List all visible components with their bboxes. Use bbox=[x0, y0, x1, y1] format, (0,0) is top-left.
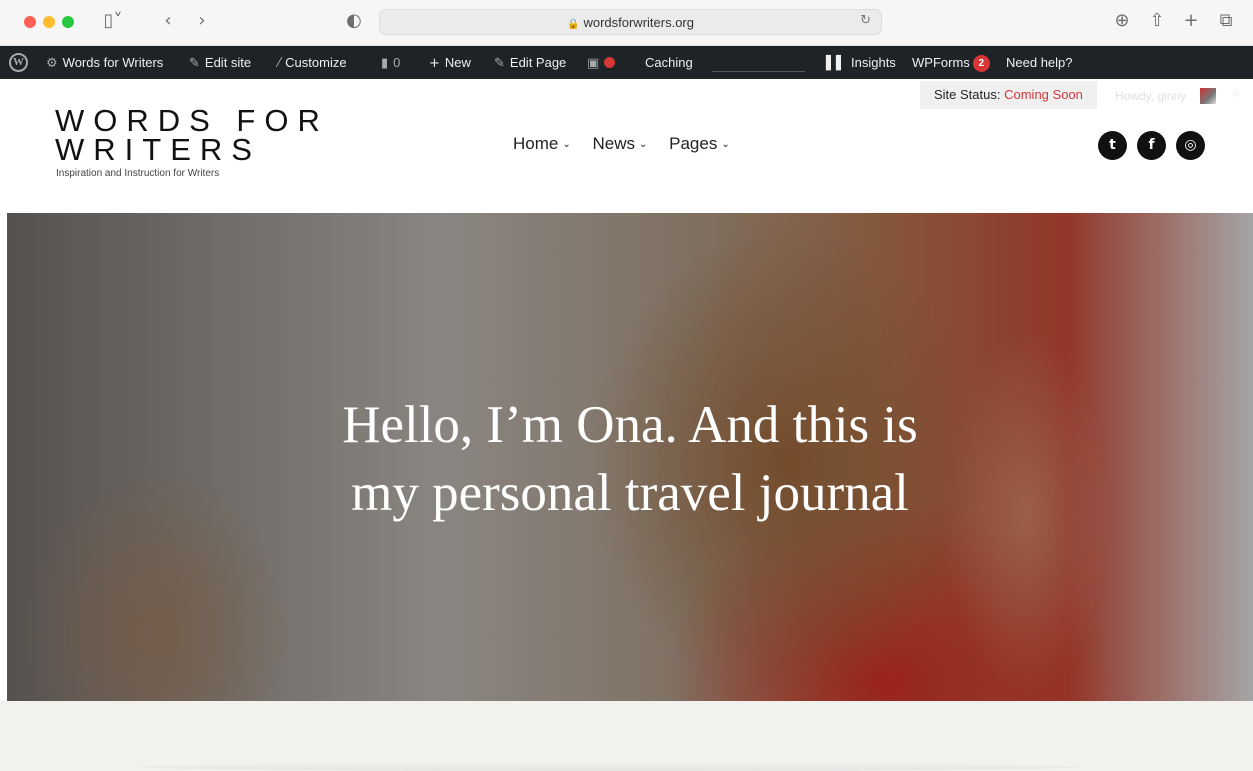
brush-icon: ⁄ bbox=[278, 56, 281, 71]
nav-item-label: Home bbox=[513, 134, 559, 153]
caching-divider bbox=[712, 71, 805, 72]
tabs-overview-icon[interactable]: ⧉ bbox=[1215, 9, 1237, 33]
chevron-down-icon: ⌄ bbox=[639, 139, 648, 150]
hero-cover-image: Hello, I’m Ona. And this is my personal … bbox=[7, 213, 1253, 701]
wordpress-logo-icon[interactable]: W bbox=[9, 53, 28, 72]
facebook-icon[interactable]: f bbox=[1137, 131, 1166, 160]
caching-label: Caching bbox=[645, 55, 693, 70]
wpforms-count-badge: 2 bbox=[972, 55, 990, 72]
hero-title-line1: Hello, I’m Ona. And this is bbox=[342, 396, 918, 454]
nav-item-label: Pages bbox=[669, 134, 718, 153]
comments-count: 0 bbox=[393, 55, 401, 70]
search-icon[interactable]: ⌕ bbox=[1232, 86, 1239, 101]
chevron-left-icon[interactable]: ‹ bbox=[158, 9, 178, 33]
avatar[interactable] bbox=[1200, 88, 1216, 104]
plus-icon[interactable]: + bbox=[1181, 9, 1201, 33]
new-label: New bbox=[444, 55, 471, 70]
new-content-link[interactable]: + New bbox=[429, 46, 471, 79]
wp-admin-bar: W ⚙ Words for Writers ✎ Edit site ⁄ Customi… bbox=[0, 46, 1253, 79]
insights-link[interactable]: ▌▌ Insights bbox=[826, 46, 896, 79]
edit-site-label: Edit site bbox=[204, 55, 252, 70]
admin-site-name-label: Words for Writers bbox=[62, 55, 164, 70]
pin-icon: ✎ bbox=[189, 56, 200, 71]
chevron-right-icon[interactable]: › bbox=[192, 9, 212, 33]
nav-item-home[interactable]: Home ⌄ bbox=[513, 134, 571, 154]
edit-page-link[interactable]: ✎ Edit Page bbox=[494, 46, 566, 79]
edit-page-label: Edit Page bbox=[509, 55, 567, 70]
content-card-shadow bbox=[140, 763, 1080, 771]
howdy-user[interactable]: Howdy, ginny bbox=[1115, 89, 1186, 103]
site-status-label: Site Status: bbox=[934, 87, 1001, 102]
insights-label: Insights bbox=[851, 55, 896, 70]
nav-item-news[interactable]: News ⌄ bbox=[592, 134, 647, 154]
instagram-icon[interactable]: ◎ bbox=[1176, 131, 1205, 160]
customize-link[interactable]: ⁄ Customize bbox=[278, 46, 347, 79]
download-icon[interactable]: ⊕ bbox=[1112, 9, 1132, 33]
admin-site-name[interactable]: ⚙ Words for Writers bbox=[46, 46, 163, 79]
need-help-link[interactable]: Need help? bbox=[1006, 46, 1073, 79]
bar-chart-icon: ▌▌ bbox=[826, 56, 846, 71]
hero-title-line2: my personal travel journal bbox=[351, 464, 909, 522]
sidebar-icon[interactable]: ▯˅ bbox=[96, 9, 130, 33]
site-status-value: Coming Soon bbox=[1004, 87, 1083, 102]
hero-title: Hello, I’m Ona. And this is my personal … bbox=[7, 391, 1253, 527]
address-bar[interactable]: 🔒 wordsforwriters.org ↻ bbox=[379, 9, 882, 35]
site-header: Site Status: Coming Soon Howdy, ginny ⌕ … bbox=[0, 79, 1253, 213]
site-tagline: Inspiration and Instruction for Writers bbox=[56, 168, 220, 179]
browser-toolbar: ▯˅ ‹ › ◐ 🔒 wordsforwriters.org ↻ ⊕ ⇧ + ⧉ bbox=[0, 0, 1253, 46]
caching-link[interactable]: Caching bbox=[645, 46, 693, 79]
pencil-icon: ✎ bbox=[494, 56, 505, 71]
site-status-chip[interactable]: Site Status: Coming Soon bbox=[920, 81, 1097, 109]
nav-item-label: News bbox=[592, 134, 635, 153]
dashboard-icon: ⚙ bbox=[46, 56, 58, 71]
comment-icon: ▮ bbox=[381, 56, 389, 71]
edit-site-link[interactable]: ✎ Edit site bbox=[189, 46, 251, 79]
comments-link[interactable]: ▮ 0 bbox=[381, 46, 400, 79]
minimize-window-button[interactable] bbox=[43, 16, 55, 28]
yoast-icon: ▣ bbox=[587, 56, 600, 71]
need-help-label: Need help? bbox=[1006, 55, 1073, 70]
wpforms-link[interactable]: WPForms 2 bbox=[912, 46, 990, 79]
lock-icon: 🔒 bbox=[567, 19, 580, 30]
main-navigation: Home ⌄ News ⌄ Pages ⌄ bbox=[513, 134, 747, 154]
shield-icon[interactable]: ◐ bbox=[344, 9, 364, 33]
share-icon[interactable]: ⇧ bbox=[1147, 9, 1167, 33]
close-window-button[interactable] bbox=[24, 16, 36, 28]
zoom-window-button[interactable] bbox=[62, 16, 74, 28]
plus-icon: + bbox=[429, 56, 440, 71]
seo-status-dot bbox=[604, 57, 616, 68]
chevron-down-icon: ⌄ bbox=[562, 139, 571, 150]
reload-icon[interactable]: ↻ bbox=[860, 13, 871, 28]
twitter-icon[interactable]: t bbox=[1098, 131, 1127, 160]
content-section bbox=[0, 701, 1253, 771]
chevron-down-icon: ⌄ bbox=[721, 139, 730, 150]
url-text: wordsforwriters.org bbox=[583, 15, 694, 30]
yoast-seo-link[interactable]: ▣ bbox=[587, 46, 616, 79]
wpforms-label: WPForms bbox=[912, 55, 970, 70]
customize-label: Customize bbox=[285, 55, 347, 70]
site-logo-line2[interactable]: WRITERS bbox=[55, 134, 261, 166]
nav-item-pages[interactable]: Pages ⌄ bbox=[669, 134, 730, 154]
